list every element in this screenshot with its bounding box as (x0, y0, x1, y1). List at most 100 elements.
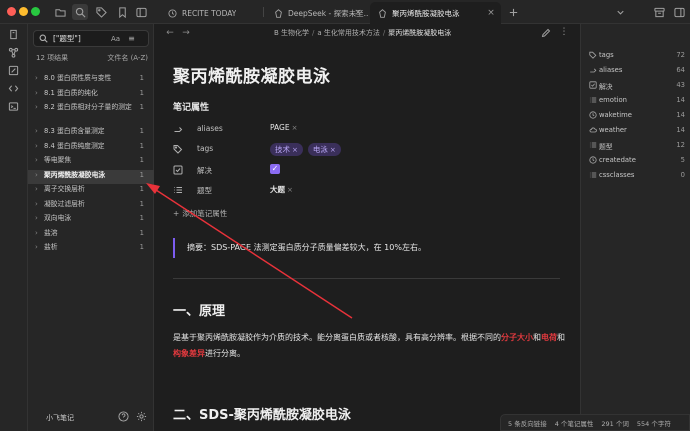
sidebar-toggle-icon[interactable] (133, 4, 149, 20)
chevron-right-icon[interactable]: › (35, 228, 41, 238)
chevron-right-icon[interactable]: › (35, 102, 41, 112)
chevron-right-icon[interactable]: › (35, 184, 41, 194)
property-row[interactable]: createdate 5 (589, 155, 685, 167)
list-item[interactable]: › 凝胶过滤层析 1 (28, 199, 154, 214)
list-item[interactable]: › 8.3 蛋白质含量测定 1 (28, 126, 154, 141)
property-row[interactable]: aliases 64 (589, 65, 685, 77)
property-key[interactable]: 题型 (197, 185, 212, 196)
editor-header: ← → B 生物化学 / a 生化常用技术方法 / 聚丙烯酰胺凝胶电泳 ⋮ (155, 24, 579, 42)
chevron-right-icon[interactable]: › (35, 88, 41, 98)
chevron-right-icon[interactable]: › (35, 242, 41, 252)
back-arrow-icon[interactable]: ← (165, 28, 175, 38)
maximize-window-button[interactable] (31, 7, 40, 16)
search-input[interactable] (53, 34, 109, 43)
property-row[interactable]: emotion 14 (589, 95, 685, 107)
remove-tag-icon[interactable]: × (330, 146, 336, 154)
property-row[interactable]: cssclasses 0 (589, 170, 685, 182)
close-window-button[interactable] (7, 7, 16, 16)
list-icon (589, 97, 597, 103)
chevron-right-icon[interactable]: › (35, 141, 41, 151)
status-bar: 5 条反向链接 4 个笔记属性 291 个词 554 个字符 (500, 414, 690, 431)
chevron-right-icon[interactable]: › (35, 170, 41, 180)
minimize-window-button[interactable] (19, 7, 28, 16)
graph-view-icon[interactable] (7, 46, 20, 59)
tab-deepseek[interactable]: DeepSeek - 探索未至... × (266, 2, 368, 24)
summary-callout: 摘要：SDS-PAGE 法测定蛋白质分子质量偏差较大，在 10%左右。 (173, 238, 559, 258)
property-key[interactable]: aliases (197, 124, 223, 133)
tag-pill[interactable]: 技术 × (270, 143, 303, 156)
list-item[interactable]: › 等电聚焦 1 (28, 155, 154, 170)
property-solved: 解决 ✓ (173, 163, 473, 177)
list-item[interactable]: › 盐溶 1 (28, 228, 154, 243)
archive-icon[interactable] (651, 4, 667, 20)
property-value[interactable]: 大题 × (270, 184, 293, 195)
property-row[interactable]: weather 14 (589, 125, 685, 137)
breadcrumb-current[interactable]: 聚丙烯酰胺凝胶电泳 (388, 29, 451, 37)
tab-active-note[interactable]: 聚丙烯酰胺凝胶电泳 × (370, 2, 501, 24)
bookmark-icon[interactable] (114, 4, 130, 20)
property-key[interactable]: tags (197, 144, 213, 153)
chevron-right-icon[interactable]: › (35, 126, 41, 136)
help-icon[interactable] (118, 411, 129, 422)
cloud-icon (589, 127, 597, 133)
property-value[interactable]: PAGE × (270, 123, 297, 132)
property-question-type: 题型 大题 × (173, 183, 473, 197)
breadcrumb-item[interactable]: a 生化常用技术方法 (317, 29, 380, 37)
close-tab-icon[interactable]: × (354, 9, 362, 18)
list-icon (174, 187, 182, 193)
tab-recite-today[interactable]: RECITE TODAY (160, 2, 262, 24)
checkbox-icon (589, 81, 597, 89)
remove-tag-icon[interactable]: × (292, 146, 298, 154)
property-row[interactable]: 解决 43 (589, 80, 685, 92)
match-case-toggle[interactable]: Aa (111, 35, 120, 43)
list-icon (589, 172, 597, 178)
solved-checkbox[interactable]: ✓ (270, 164, 280, 174)
tag-icon[interactable] (93, 4, 109, 20)
results-meta: 12 项结果 文件名 (A-Z) (36, 53, 148, 65)
list-item[interactable]: › 8.2 蛋白质相对分子量的测定 1 (28, 102, 154, 126)
note-title[interactable]: 聚丙烯酰胺凝胶电泳 (173, 62, 331, 87)
right-sidebar-toggle-icon[interactable] (671, 4, 687, 20)
chevron-right-icon[interactable]: › (35, 213, 41, 223)
list-item-selected[interactable]: › 聚丙烯酰胺凝胶电泳 1 (28, 169, 154, 184)
checkbox-icon (173, 165, 183, 175)
open-quick-switcher-icon[interactable] (7, 28, 20, 41)
property-row[interactable]: tags 72 (589, 50, 685, 62)
new-tab-icon[interactable] (505, 4, 521, 20)
breadcrumb-item[interactable]: B 生物化学 (274, 29, 309, 37)
list-item[interactable]: › 8.0 蛋白质性质与变性 1 (28, 73, 154, 88)
search-box[interactable]: Aa ≡ (33, 30, 149, 47)
backlinks-count[interactable]: 5 条反向链接 (508, 418, 547, 428)
close-tab-icon[interactable]: × (487, 9, 495, 18)
list-item[interactable]: › 双向电泳 1 (28, 213, 154, 228)
chevron-right-icon[interactable]: › (35, 73, 41, 83)
folder-icon[interactable] (52, 4, 68, 20)
code-icon[interactable] (7, 82, 20, 95)
list-item[interactable]: › 盐析 1 (28, 242, 154, 257)
search-icon[interactable] (72, 4, 88, 20)
vault-switcher[interactable]: 小飞笔记 (46, 413, 74, 423)
add-property-button[interactable]: + 添加笔记属性 (173, 208, 227, 219)
terminal-icon[interactable] (7, 100, 20, 113)
sort-order-dropdown[interactable]: 文件名 (A-Z) (107, 53, 148, 65)
forward-arrow-icon[interactable]: → (181, 28, 191, 38)
chevron-right-icon[interactable]: › (35, 199, 41, 209)
tag-pill[interactable]: 电泳 × (307, 143, 341, 156)
gear-icon[interactable] (136, 411, 147, 422)
canvas-icon[interactable] (7, 64, 20, 77)
more-options-icon[interactable]: ⋮ (559, 28, 569, 38)
remove-value-icon[interactable]: × (292, 124, 298, 132)
chevron-down-icon[interactable] (612, 4, 628, 20)
link-arrow-icon (174, 127, 183, 132)
remove-value-icon[interactable]: × (287, 186, 293, 194)
property-row[interactable]: waketime 14 (589, 110, 685, 122)
edit-pencil-icon[interactable] (541, 28, 551, 38)
list-item[interactable]: › 8.1 蛋白质的纯化 1 (28, 88, 154, 103)
list-item[interactable]: › 8.4 蛋白质纯度测定 1 (28, 141, 154, 156)
property-row[interactable]: 题型 12 (589, 140, 685, 152)
properties-count: 4 个笔记属性 (554, 419, 594, 428)
search-options-icon[interactable]: ≡ (128, 34, 135, 43)
property-key[interactable]: 解决 (197, 165, 212, 176)
chevron-right-icon[interactable]: › (35, 155, 41, 165)
list-item[interactable]: › 离子交换层析 1 (28, 184, 154, 199)
